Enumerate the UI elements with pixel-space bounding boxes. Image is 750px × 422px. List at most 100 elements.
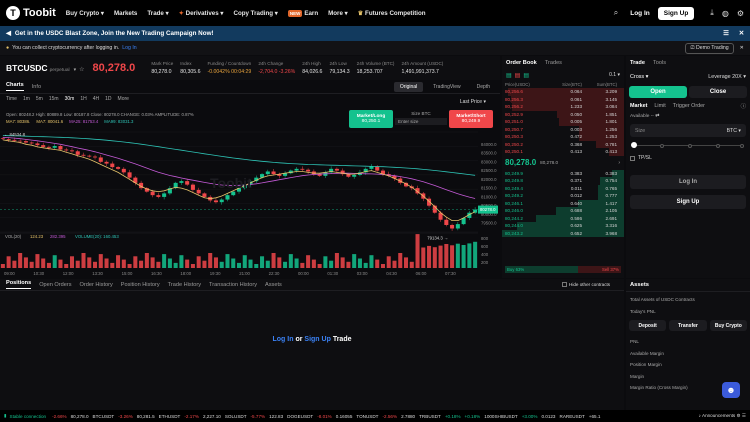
- precision-select[interactable]: 0.1 ▾: [609, 72, 620, 78]
- bid-row[interactable]: 80,244.2 0.586 2.691: [502, 214, 624, 222]
- list-icon[interactable]: ☰: [723, 30, 729, 37]
- ticker-item[interactable]: DOGEUSDT: [287, 414, 313, 419]
- market-long-button[interactable]: Market/Long 80,250.1: [349, 110, 393, 128]
- tab-charts[interactable]: Charts: [6, 82, 24, 91]
- info-icon[interactable]: ⓘ: [741, 102, 746, 110]
- price-chart[interactable]: 84000.0 83500.0 83000.0 82500.0 82000.0 81500…: [0, 128, 500, 278]
- ask-row[interactable]: 80,256.2 1.233 3.084: [502, 103, 624, 111]
- asset-button-0[interactable]: Deposit: [629, 320, 667, 331]
- ticker-item[interactable]: 0.0123: [541, 414, 555, 419]
- order-type-limit[interactable]: Limit: [654, 103, 665, 109]
- leverage-select[interactable]: Leverage 20X ▾: [708, 74, 746, 80]
- order-type-trigger[interactable]: Trigger Order: [673, 103, 705, 109]
- order-type-market[interactable]: Market: [630, 103, 647, 109]
- bid-row[interactable]: 80,249.2 0.012 0.777: [502, 192, 624, 200]
- download-icon[interactable]: ⤓: [710, 8, 714, 18]
- interval-5[interactable]: 1H: [80, 96, 86, 102]
- tab-trades[interactable]: Trades: [545, 60, 562, 66]
- ticker-item[interactable]: +65.1: [589, 414, 601, 419]
- ticker-item[interactable]: +3.00%: [522, 414, 538, 419]
- ticker-item[interactable]: 2.7880: [401, 414, 415, 419]
- notice-login-link[interactable]: Log In: [122, 45, 136, 51]
- bid-row[interactable]: 80,249.9 0.383 0.383: [502, 169, 624, 177]
- nav-buy-crypto[interactable]: Buy Crypto ▾: [66, 10, 104, 17]
- ticker-item[interactable]: 2,227.10: [203, 414, 221, 419]
- chevron-right-icon[interactable]: ›: [618, 160, 620, 166]
- interval-0[interactable]: Time: [6, 96, 17, 102]
- announcements-link[interactable]: ♪ Announcements ⚙ ☰: [694, 413, 746, 419]
- ticker-item[interactable]: -8.01%: [317, 414, 332, 419]
- bid-row[interactable]: 80,249.8 0.371 0.754: [502, 177, 624, 185]
- bid-row[interactable]: 80,243.2 0.652 3.968: [502, 229, 624, 237]
- last-price-select[interactable]: Last Price ▾: [460, 99, 486, 105]
- ticker-item[interactable]: TRBUSDT: [419, 414, 441, 419]
- ticker-item[interactable]: 80,281.5: [137, 414, 155, 419]
- tab-trade[interactable]: Trade: [630, 60, 645, 66]
- bottom-tab-1[interactable]: Open Orders: [39, 282, 71, 288]
- symbol-name[interactable]: BTCUSDC: [6, 63, 48, 73]
- view-depth[interactable]: Depth: [471, 82, 496, 92]
- nav-markets[interactable]: Markets: [114, 10, 137, 17]
- ticker-item[interactable]: 80,278.0: [71, 414, 89, 419]
- ask-row[interactable]: 80,250.3 0.472 1.253: [502, 133, 624, 141]
- tab-tools[interactable]: Tools: [653, 60, 666, 66]
- bottom-tab-6[interactable]: Assets: [265, 282, 282, 288]
- nav-derivatives[interactable]: ✦ Derivatives ▾: [179, 10, 224, 17]
- open-tab[interactable]: Open: [629, 86, 687, 98]
- support-bot-icon[interactable]: ☻: [722, 382, 740, 398]
- ticker-item[interactable]: ETHUSDT: [159, 414, 181, 419]
- interval-1[interactable]: 1m: [23, 96, 30, 102]
- close-notice-icon[interactable]: ✕: [740, 45, 744, 51]
- nav-more[interactable]: More ▾: [328, 10, 348, 17]
- interval-3[interactable]: 15m: [49, 96, 59, 102]
- asset-button-1[interactable]: Transfer: [669, 320, 707, 331]
- prompt-login-link[interactable]: Log In: [273, 336, 294, 343]
- ticker-item[interactable]: -5.77%: [251, 414, 266, 419]
- view-tradingview[interactable]: TradingView: [427, 82, 467, 92]
- size-slider[interactable]: [631, 141, 744, 151]
- interval-7[interactable]: 1D: [105, 96, 111, 102]
- bottom-tab-2[interactable]: Order History: [80, 282, 113, 288]
- ticker-item[interactable]: -2.17%: [184, 414, 199, 419]
- close-banner-icon[interactable]: ✕: [739, 30, 744, 37]
- ticker-item[interactable]: +0.18%: [465, 414, 481, 419]
- ticker-item[interactable]: +0.18%: [445, 414, 461, 419]
- tab-order-book[interactable]: Order Book: [506, 60, 537, 66]
- ticker-item[interactable]: -2.56%: [383, 414, 398, 419]
- margin-mode-select[interactable]: Cross ▾: [630, 74, 648, 80]
- ask-row[interactable]: 80,251.0 0.005 1.801: [502, 118, 624, 126]
- demo-trading-button[interactable]: ⎚ Demo Trading: [685, 42, 734, 54]
- close-tab[interactable]: Close: [689, 86, 747, 98]
- brand-logo[interactable]: T Toobit: [6, 6, 56, 20]
- ticker-item[interactable]: 122.83: [269, 414, 283, 419]
- book-bids-icon[interactable]: ▤: [523, 72, 529, 79]
- trade-login-button[interactable]: Log In: [630, 175, 746, 189]
- bid-row[interactable]: 80,246.1 0.640 1.417: [502, 199, 624, 207]
- star-icon[interactable]: ☆: [79, 66, 84, 73]
- chevron-down-icon[interactable]: ▾: [74, 67, 77, 73]
- bottom-tab-5[interactable]: Transaction History: [209, 282, 257, 288]
- quick-size-field[interactable]: Size BTC Enter size: [395, 110, 447, 128]
- signup-button[interactable]: Sign Up: [657, 6, 695, 20]
- ticker-item[interactable]: TONUSDT: [356, 414, 378, 419]
- nav-earn[interactable]: NEW Earn: [287, 9, 318, 17]
- ask-row[interactable]: 80,256.3 0.061 3.145: [502, 95, 624, 103]
- nav-trade[interactable]: Trade ▾: [147, 10, 168, 17]
- campaign-banner[interactable]: ◀ Get in the USDC Blast Zone, Join the N…: [0, 26, 750, 41]
- interval-8[interactable]: More: [118, 96, 129, 102]
- hide-other-checkbox[interactable]: [562, 282, 567, 287]
- interval-4[interactable]: 30m: [65, 96, 75, 102]
- prompt-signup-link[interactable]: Sign Up: [304, 336, 330, 343]
- asset-button-2[interactable]: Buy Crypto: [709, 320, 747, 331]
- trade-signup-button[interactable]: Sign Up: [630, 195, 746, 209]
- ticker-item[interactable]: 1000SHIBUSDT: [484, 414, 517, 419]
- bid-row[interactable]: 80,249.4 0.011 0.765: [502, 184, 624, 192]
- ask-row[interactable]: 80,250.2 0.368 0.781: [502, 140, 624, 148]
- ticker-item[interactable]: BTCUSDT: [93, 414, 115, 419]
- bid-row[interactable]: 80,246.0 0.688 2.105: [502, 207, 624, 215]
- size-input[interactable]: Size BTC ▾: [630, 124, 746, 137]
- login-button[interactable]: Log In: [630, 10, 650, 17]
- bottom-tab-3[interactable]: Position History: [121, 282, 160, 288]
- nav-copy-trading[interactable]: Copy Trading ▾: [233, 10, 277, 17]
- ask-row[interactable]: 80,256.6 0.064 3.209: [502, 88, 624, 96]
